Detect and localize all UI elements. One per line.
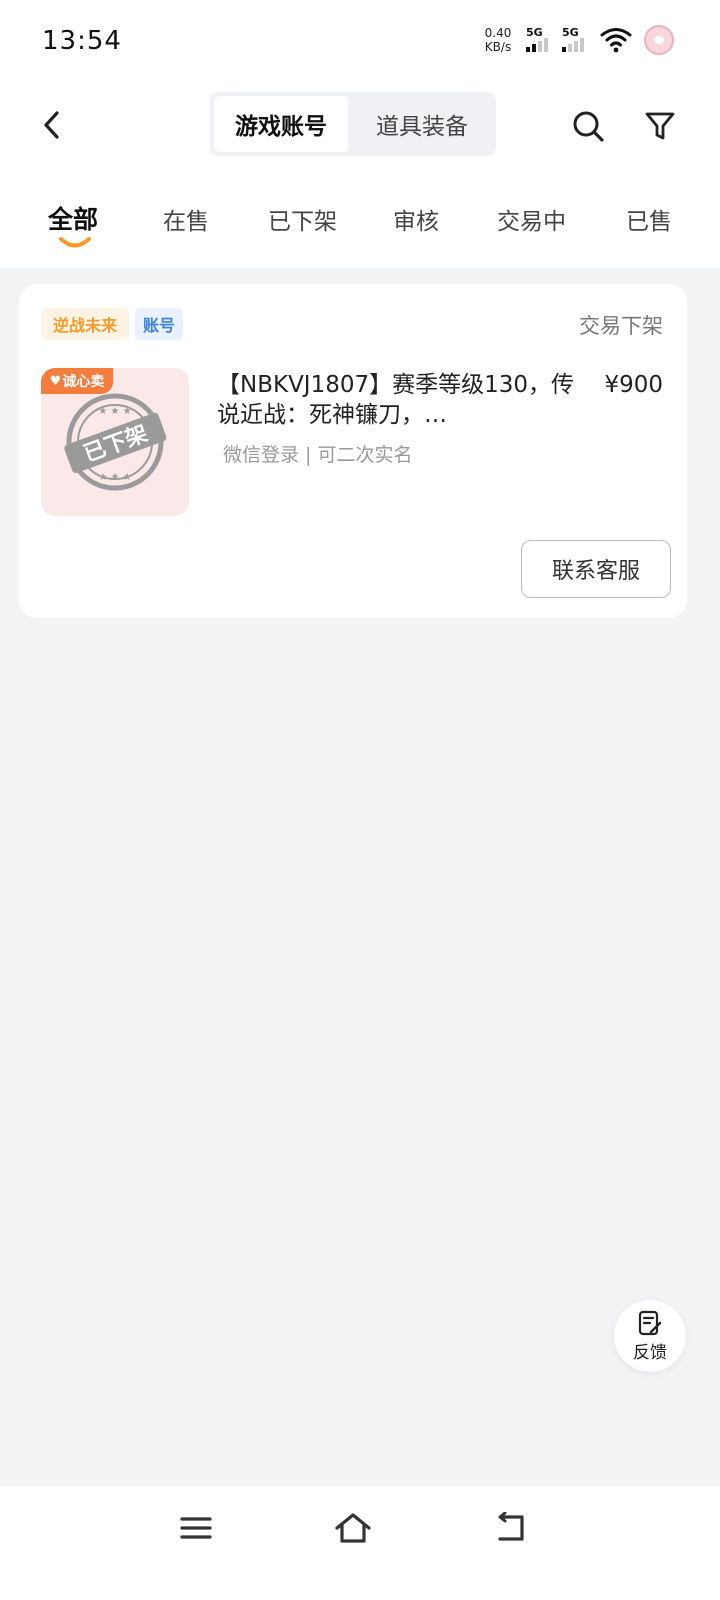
- wifi-icon: [600, 28, 632, 53]
- type-tag: 账号: [135, 308, 183, 340]
- listing-price: ¥900: [604, 372, 663, 398]
- listing-meta: 微信登录 | 可二次实名: [223, 444, 413, 466]
- network-speed-unit: KB/s: [484, 40, 512, 54]
- search-button[interactable]: [564, 102, 612, 150]
- filter-button[interactable]: [636, 102, 684, 150]
- status-tab-on-sale[interactable]: 在售: [163, 202, 209, 242]
- status-icons: 0.40 KB/s 5G 5G: [478, 20, 674, 60]
- signal-sim2-icon: 5G: [562, 26, 592, 54]
- status-tab-review[interactable]: 审核: [393, 202, 439, 242]
- active-tab-indicator: [59, 237, 91, 248]
- listing-status: 交易下架: [579, 314, 663, 338]
- svg-text:★ ★ ★: ★ ★ ★: [98, 472, 131, 483]
- status-tab-all[interactable]: 全部: [48, 200, 98, 240]
- svg-text:★ ★ ★: ★ ★ ★: [98, 406, 131, 417]
- tab-game-account[interactable]: 游戏账号: [214, 96, 348, 152]
- network-speed-value: 0.40: [484, 26, 512, 40]
- contact-support-button[interactable]: 联系客服: [521, 540, 671, 598]
- back-arrow-icon: [498, 1512, 524, 1541]
- sincere-sale-label: 诚心卖: [62, 374, 105, 390]
- category-switch: 游戏账号 道具装备: [210, 92, 496, 156]
- menu-icon: [180, 1517, 212, 1539]
- status-tab-delisted[interactable]: 已下架: [268, 202, 337, 242]
- system-back-button[interactable]: [485, 1506, 535, 1550]
- listing-thumbnail[interactable]: ♥ 诚心卖 ★ ★ ★ ★ ★ ★ 已下架: [41, 368, 189, 516]
- home-icon: [335, 1513, 371, 1543]
- status-avatar-icon: [644, 25, 674, 55]
- status-time: 13:54: [42, 26, 122, 56]
- home-button[interactable]: [328, 1506, 378, 1550]
- recent-apps-button[interactable]: [171, 1506, 221, 1550]
- system-navigation-bar: [0, 1486, 720, 1600]
- heart-icon: ♥: [49, 373, 62, 389]
- chevron-left-icon: [44, 111, 59, 139]
- filter-icon: [645, 112, 675, 140]
- feedback-edit-icon: [638, 1310, 662, 1335]
- status-tab-sold[interactable]: 已售: [626, 202, 672, 242]
- game-tag: 逆战未来: [41, 308, 129, 340]
- listing-card[interactable]: 逆战未来 账号 交易下架 ♥ 诚心卖 ★ ★ ★ ★ ★ ★ 已下架 【NBKV…: [19, 284, 687, 618]
- back-button[interactable]: [30, 100, 74, 150]
- tab-items-equipment[interactable]: 道具装备: [352, 96, 492, 152]
- signal-sim1-icon: 5G: [526, 26, 556, 54]
- search-icon: [573, 111, 604, 142]
- delisted-stamp-icon: ★ ★ ★ ★ ★ ★ 已下架: [64, 393, 167, 491]
- status-tab-trading[interactable]: 交易中: [497, 202, 566, 242]
- feedback-button[interactable]: 反馈: [614, 1300, 686, 1372]
- listing-title[interactable]: 【NBKVJ1807】赛季等级130，传说近战：死神镰刀，…: [217, 370, 587, 430]
- network-speed: 0.40 KB/s: [478, 26, 518, 54]
- feedback-label: 反馈: [633, 1342, 667, 1363]
